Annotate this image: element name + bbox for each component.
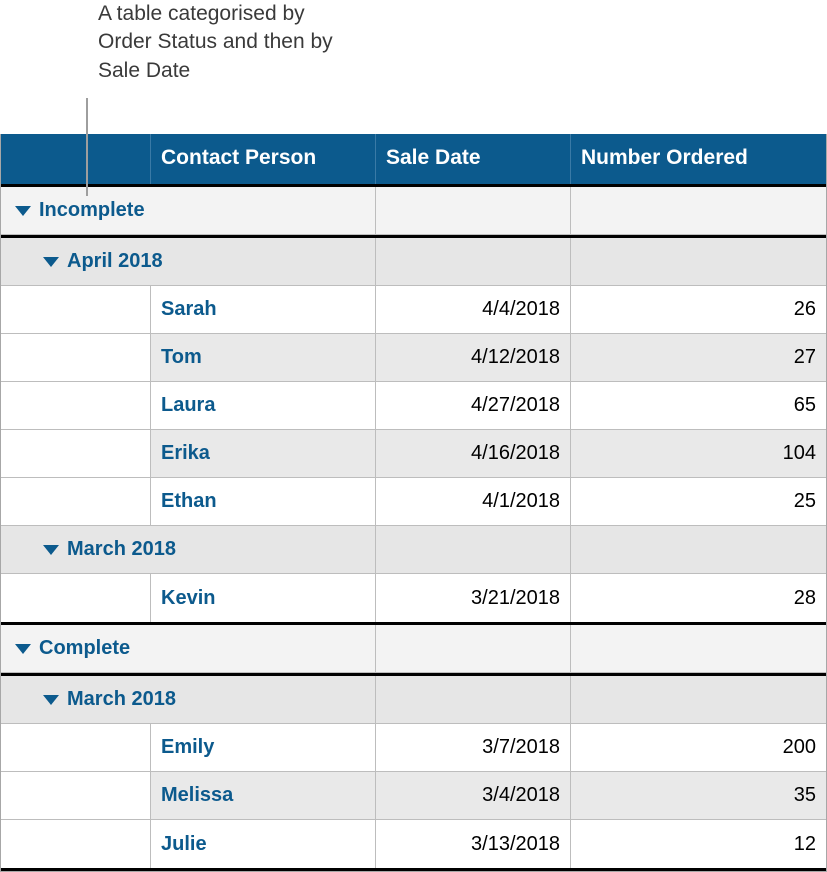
subgroup-row-april-2018[interactable]: April 2018 <box>1 238 826 286</box>
disclosure-triangle-icon[interactable] <box>43 545 59 555</box>
cell-number: 28 <box>571 574 826 622</box>
cell-contact: Ethan <box>151 478 376 526</box>
group-empty-cell <box>571 625 826 673</box>
cell-date: 3/7/2018 <box>376 724 571 772</box>
table-header-row: Contact Person Sale Date Number Ordered <box>1 134 826 184</box>
table-row: Kevin 3/21/2018 28 <box>1 574 826 625</box>
cell-contact: Emily <box>151 724 376 772</box>
subgroup-label: March 2018 <box>67 688 176 711</box>
cell-date: 4/27/2018 <box>376 382 571 430</box>
row-leader-cell <box>1 286 151 334</box>
row-leader-cell <box>1 724 151 772</box>
header-contact: Contact Person <box>151 134 376 184</box>
subgroup-label: April 2018 <box>67 250 163 273</box>
cell-contact: Melissa <box>151 772 376 820</box>
disclosure-triangle-icon[interactable] <box>43 257 59 267</box>
cell-number: 26 <box>571 286 826 334</box>
table-row: Laura 4/27/2018 65 <box>1 382 826 430</box>
group-empty-cell <box>571 187 826 235</box>
cell-number: 104 <box>571 430 826 478</box>
table-row: Ethan 4/1/2018 25 <box>1 478 826 526</box>
row-leader-cell <box>1 574 151 622</box>
cell-contact: Kevin <box>151 574 376 622</box>
callout-leader-line <box>86 98 88 196</box>
table-row: Emily 3/7/2018 200 <box>1 724 826 772</box>
group-row-complete[interactable]: Complete <box>1 625 826 673</box>
cell-date: 4/4/2018 <box>376 286 571 334</box>
cell-number: 35 <box>571 772 826 820</box>
row-leader-cell <box>1 772 151 820</box>
subgroup-empty-cell <box>571 676 826 724</box>
table-row: Sarah 4/4/2018 26 <box>1 286 826 334</box>
header-sale-date: Sale Date <box>376 134 571 184</box>
cell-contact: Julie <box>151 820 376 868</box>
cell-date: 3/21/2018 <box>376 574 571 622</box>
group-label: Complete <box>39 637 130 660</box>
row-leader-cell <box>1 820 151 868</box>
row-leader-cell <box>1 478 151 526</box>
disclosure-triangle-icon[interactable] <box>15 644 31 654</box>
cell-contact: Erika <box>151 430 376 478</box>
row-leader-cell <box>1 430 151 478</box>
table-row: Tom 4/12/2018 27 <box>1 334 826 382</box>
subgroup-empty-cell <box>376 526 571 574</box>
cell-number: 200 <box>571 724 826 772</box>
subgroup-empty-cell <box>571 238 826 286</box>
subgroup-empty-cell <box>376 238 571 286</box>
cell-contact: Laura <box>151 382 376 430</box>
disclosure-triangle-icon[interactable] <box>15 206 31 216</box>
cell-number: 65 <box>571 382 826 430</box>
header-leader-cell <box>1 134 151 184</box>
group-empty-cell <box>376 625 571 673</box>
subgroup-row-march-2018[interactable]: March 2018 <box>1 526 826 574</box>
cell-number: 27 <box>571 334 826 382</box>
subgroup-label: March 2018 <box>67 538 176 561</box>
cell-date: 4/1/2018 <box>376 478 571 526</box>
cell-date: 3/13/2018 <box>376 820 571 868</box>
subgroup-empty-cell <box>571 526 826 574</box>
callout-text: A table categorised by Order Status and … <box>98 0 358 85</box>
table-row: Melissa 3/4/2018 35 <box>1 772 826 820</box>
row-leader-cell <box>1 334 151 382</box>
subgroup-row-march-2018-complete[interactable]: March 2018 <box>1 676 826 724</box>
cell-contact: Tom <box>151 334 376 382</box>
row-leader-cell <box>1 382 151 430</box>
header-number-ordered: Number Ordered <box>571 134 826 184</box>
categorised-table: Contact Person Sale Date Number Ordered … <box>0 134 827 872</box>
cell-number: 12 <box>571 820 826 868</box>
group-label: Incomplete <box>39 199 145 222</box>
cell-date: 4/16/2018 <box>376 430 571 478</box>
table-row: Erika 4/16/2018 104 <box>1 430 826 478</box>
cell-contact: Sarah <box>151 286 376 334</box>
table-row: Julie 3/13/2018 12 <box>1 820 826 871</box>
group-row-incomplete[interactable]: Incomplete <box>1 187 826 235</box>
subgroup-empty-cell <box>376 676 571 724</box>
disclosure-triangle-icon[interactable] <box>43 695 59 705</box>
cell-date: 4/12/2018 <box>376 334 571 382</box>
cell-date: 3/4/2018 <box>376 772 571 820</box>
cell-number: 25 <box>571 478 826 526</box>
group-empty-cell <box>376 187 571 235</box>
